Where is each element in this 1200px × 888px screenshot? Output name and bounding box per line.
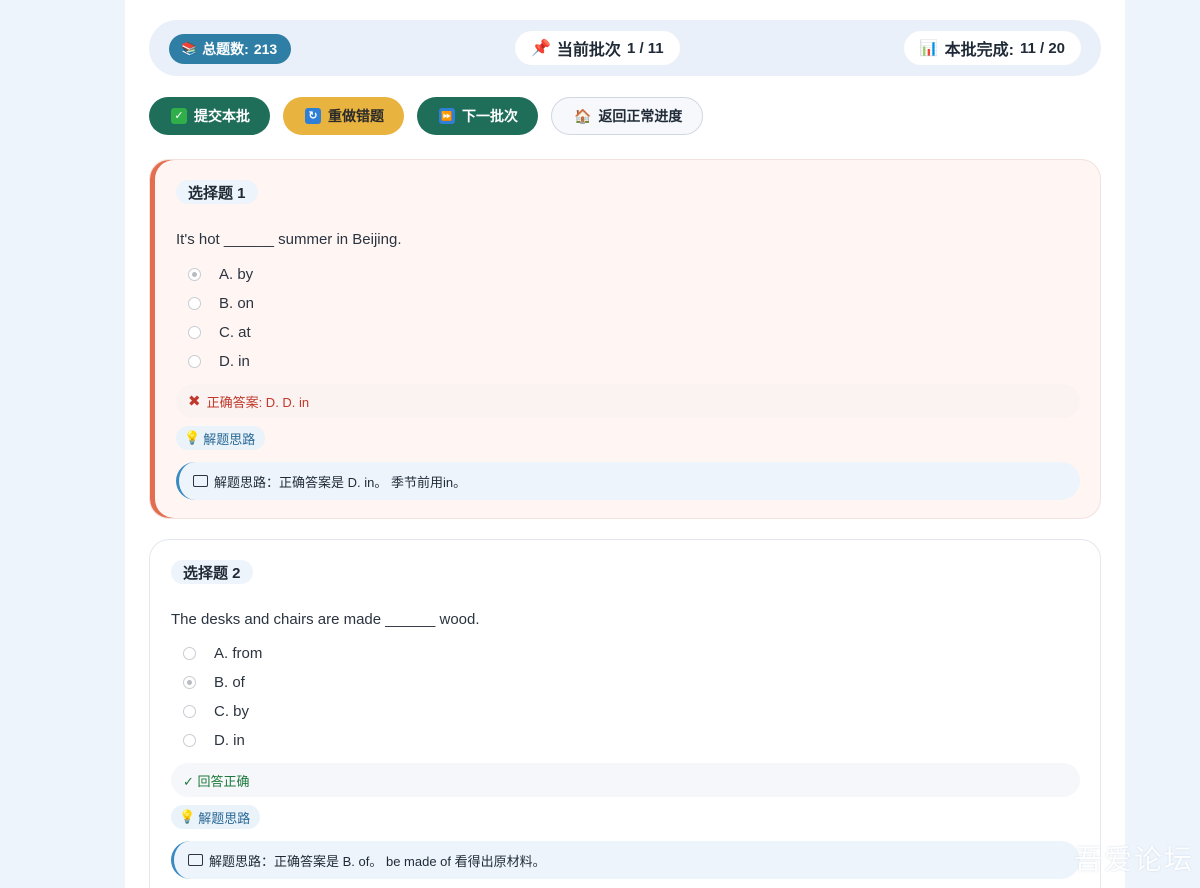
option-label: B. on xyxy=(219,295,255,312)
check-icon: ✓ xyxy=(171,108,187,124)
total-value: 213 xyxy=(253,41,278,57)
question-tag: 选择题 1 xyxy=(176,180,258,204)
return-normal-button[interactable]: 🏠 返回正常进度 xyxy=(551,97,704,135)
radio-button[interactable] xyxy=(183,647,196,660)
option-b[interactable]: B. of xyxy=(183,674,245,691)
refresh-icon: ↻ xyxy=(305,108,321,124)
done-label: 本批完成: xyxy=(944,42,1014,59)
quiz-panel: 📚 总题数: 213 📌 当前批次 1 / 11 📊 本批完成: 11 / 20… xyxy=(125,0,1125,888)
forum-watermark: 吾爱论坛 xyxy=(1073,844,1194,875)
submit-label: 提交本批 xyxy=(194,108,250,124)
explanation-text: 解题思路：正确答案是 D. in。 季节前用in。 xyxy=(214,474,467,490)
question-tag: 选择题 2 xyxy=(171,560,253,584)
explanation-box: 解题思路：正确答案是 B. of。 be made of 看得出原材料。 xyxy=(171,841,1080,879)
submit-batch-button[interactable]: ✓ 提交本批 xyxy=(149,97,270,135)
current-batch-badge: 📌 当前批次 1 / 11 xyxy=(515,31,680,65)
result-text: ✓ 回答正确 xyxy=(183,773,250,789)
option-c[interactable]: C. by xyxy=(183,703,249,720)
option-label: C. at xyxy=(219,324,251,341)
lightbulb-icon: 💡 xyxy=(184,430,201,445)
lightbulb-icon: 💡 xyxy=(179,809,196,824)
radio-button[interactable] xyxy=(183,734,196,747)
radio-button[interactable] xyxy=(188,297,201,310)
question-text: It's hot ______ summer in Beijing. xyxy=(176,231,402,248)
redo-label: 重做错题 xyxy=(328,108,384,124)
hint-label: 解题思路 xyxy=(203,431,256,447)
explanation-box: 解题思路：正确答案是 D. in。 季节前用in。 xyxy=(176,462,1080,500)
option-label: D. in xyxy=(219,353,250,370)
radio-button[interactable] xyxy=(188,355,201,368)
radio-button[interactable] xyxy=(188,268,201,281)
cross-icon: ✖ xyxy=(188,393,201,410)
option-c[interactable]: C. at xyxy=(188,324,251,341)
next-batch-button[interactable]: ⏩ 下一批次 xyxy=(417,97,538,135)
pushpin-icon: 📌 xyxy=(531,40,551,57)
option-label: A. by xyxy=(219,266,254,283)
question-card-1: 选择题 1 It's hot ______ summer in Beijing.… xyxy=(149,159,1101,519)
explanation-text: 解题思路：正确答案是 B. of。 be made of 看得出原材料。 xyxy=(209,853,546,869)
redo-wrong-button[interactable]: ↻ 重做错题 xyxy=(283,97,404,135)
radio-button[interactable] xyxy=(183,705,196,718)
total-questions-badge: 📚 总题数: 213 xyxy=(169,34,292,64)
question-card-2: 选择题 2 The desks and chairs are made ____… xyxy=(149,539,1101,888)
batch-value: 1 / 11 xyxy=(626,39,664,57)
batch-label: 当前批次 xyxy=(556,42,621,59)
option-a[interactable]: A. from xyxy=(183,645,262,662)
option-label: B. of xyxy=(214,674,245,691)
total-label: 总题数: xyxy=(202,41,249,57)
book-icon xyxy=(188,854,203,866)
option-label: D. in xyxy=(214,732,245,749)
done-value: 11 / 20 xyxy=(1019,39,1065,57)
hint-toggle-button[interactable]: 💡 解题思路 xyxy=(176,426,266,450)
batch-complete-badge: 📊 本批完成: 11 / 20 xyxy=(903,31,1081,65)
question-text: The desks and chairs are made ______ woo… xyxy=(171,611,480,628)
radio-button[interactable] xyxy=(188,326,201,339)
status-bar: 📚 总题数: 213 📌 当前批次 1 / 11 📊 本批完成: 11 / 20 xyxy=(149,20,1101,76)
option-d[interactable]: D. in xyxy=(188,353,250,370)
answer-result: ✓ 回答正确 xyxy=(171,763,1080,797)
back-label: 返回正常进度 xyxy=(598,108,683,124)
option-b[interactable]: B. on xyxy=(188,295,254,312)
book-icon xyxy=(193,475,208,487)
radio-button[interactable] xyxy=(183,676,196,689)
option-label: C. by xyxy=(214,703,250,720)
hint-toggle-button[interactable]: 💡 解题思路 xyxy=(171,805,261,829)
option-label: A. from xyxy=(214,645,263,662)
hint-label: 解题思路 xyxy=(198,810,251,826)
action-toolbar: ✓ 提交本批 ↻ 重做错题 ⏩ 下一批次 🏠 返回正常进度 xyxy=(149,97,704,135)
option-a[interactable]: A. by xyxy=(188,266,253,283)
answer-result: ✖ 正确答案: D. D. in xyxy=(176,384,1080,418)
fast-forward-icon: ⏩ xyxy=(439,108,455,124)
result-text: 正确答案: D. D. in xyxy=(206,394,310,410)
bar-chart-icon: 📊 xyxy=(919,40,939,57)
house-icon: 🏠 xyxy=(574,107,592,124)
next-label: 下一批次 xyxy=(462,108,518,124)
option-d[interactable]: D. in xyxy=(183,732,245,749)
books-icon: 📚 xyxy=(181,41,198,56)
